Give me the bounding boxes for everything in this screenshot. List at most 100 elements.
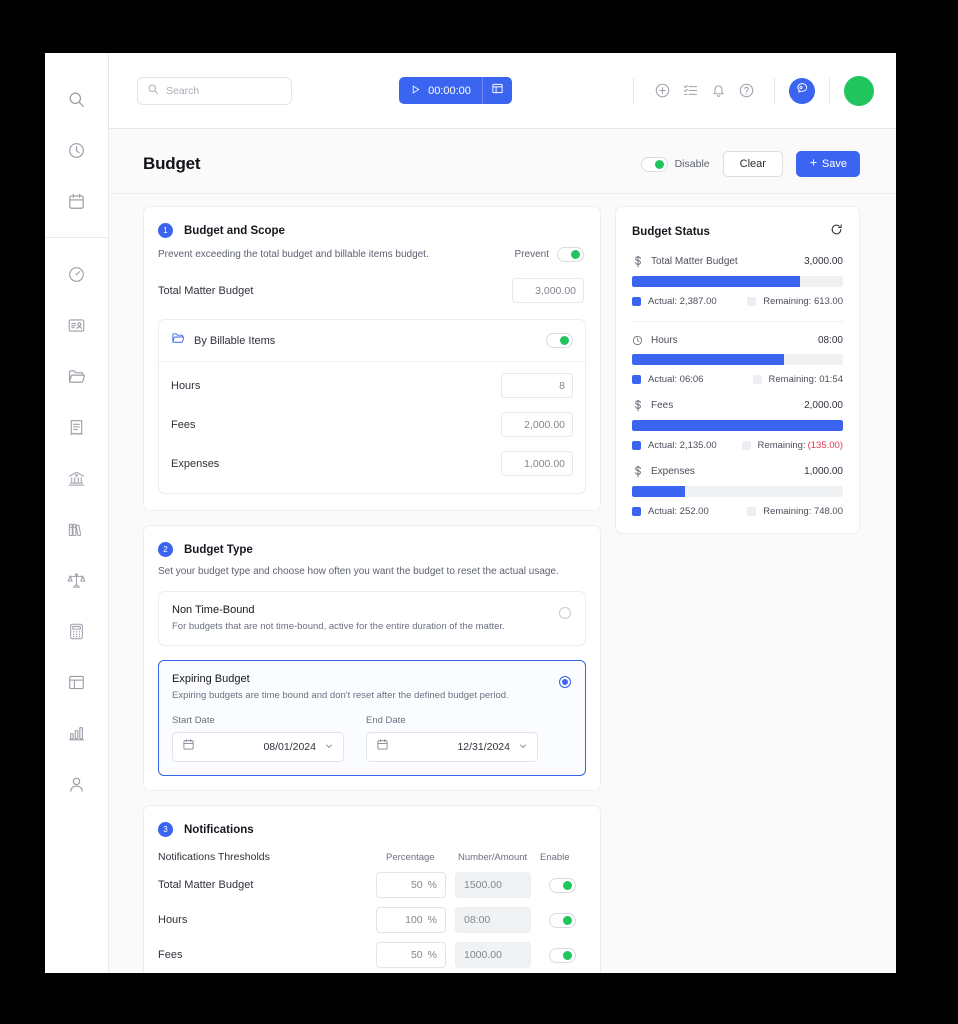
clock-icon (632, 335, 643, 346)
legend-actual: Actual: 2,135.00 (632, 440, 717, 451)
start-date-input[interactable]: 08/01/2024 (172, 732, 344, 762)
billable-expenses-input[interactable]: 1,000.00 (501, 451, 573, 476)
budget-status-title: Budget Status (632, 226, 710, 238)
timer-area: 00:00:00 (292, 77, 619, 104)
main-area: Search 00:00:00 Budget Disable Clear Sav… (109, 53, 896, 973)
top-bar: Search 00:00:00 (109, 53, 896, 129)
legend-remaining-label: Remaining: 613.00 (763, 296, 843, 307)
search-input[interactable]: Search (137, 76, 292, 105)
tasks-button[interactable] (676, 77, 704, 105)
option-expiring-budget[interactable]: Expiring Budget Expiring budgets are tim… (158, 660, 586, 776)
status-name: Fees (651, 400, 674, 411)
notifications-title: Notifications (184, 823, 254, 836)
timer-panel-button[interactable] (481, 77, 512, 104)
billable-items-box: By Billable Items Hours 8 Fees 2,000.00 (158, 319, 586, 494)
disable-toggle-group: Disable (640, 156, 710, 172)
notif-hours-percentage[interactable]: 100 % (376, 907, 446, 933)
toolbar-divider-1 (633, 77, 634, 104)
status-name: Total Matter Budget (651, 256, 738, 267)
status-block-header: Expenses 1,000.00 (632, 465, 843, 478)
status-legend: Actual: 2,135.00 Remaining: (135.00) (632, 440, 843, 451)
budget-scope-desc-row: Prevent exceeding the total budget and b… (144, 238, 600, 262)
timer-start-button[interactable]: 00:00:00 (399, 77, 482, 104)
sidebar-item-dashboard[interactable] (57, 254, 97, 294)
status-name: Hours (651, 335, 678, 346)
notif-total-matter-budget-percentage[interactable]: 50 % (376, 872, 446, 898)
billable-fees-input[interactable]: 2,000.00 (501, 412, 573, 437)
sidebar-item-calendar[interactable] (57, 181, 97, 221)
sidebar-item-search[interactable] (57, 79, 97, 119)
start-date-value: 08/01/2024 (263, 741, 316, 753)
chat-bubble-icon (795, 81, 809, 100)
notif-hours-toggle[interactable] (548, 912, 576, 928)
sidebar-item-library[interactable] (57, 509, 97, 549)
calendar-icon (376, 738, 389, 756)
status-total: 3,000.00 (804, 256, 843, 267)
refresh-button[interactable] (830, 223, 843, 241)
clear-button[interactable]: Clear (722, 151, 783, 177)
budget-scope-description: Prevent exceeding the total budget and b… (158, 249, 429, 260)
help-button[interactable] (732, 77, 760, 105)
right-column: Budget Status Total Matter Budget 3,000.… (615, 206, 860, 973)
sidebar-item-boards[interactable] (57, 662, 97, 702)
option-expiring-budget-name: Expiring Budget (172, 673, 250, 685)
progress-bar-track (632, 420, 843, 431)
page-title: Budget (143, 154, 201, 173)
sidebar-item-account[interactable] (57, 764, 97, 804)
billable-items-toggle[interactable] (546, 333, 573, 348)
legend-remaining-label: Remaining: 01:54 (768, 374, 843, 385)
sidebar-item-contacts[interactable] (57, 305, 97, 345)
save-button[interactable]: Save (795, 151, 860, 177)
status-block-fees: Fees 2,000.00 Actual: 2,135.00 Remaining… (632, 399, 843, 451)
status-block-total-matter-budget: Total Matter Budget 3,000.00 Actual: 2,3… (632, 255, 843, 307)
progress-bar-fill (632, 276, 800, 287)
radio-expiring-budget[interactable] (559, 676, 571, 688)
billable-row: Hours 8 (159, 366, 585, 405)
prevent-toggle[interactable] (557, 247, 584, 262)
start-date-field: Start Date 08/01/2024 (172, 715, 344, 762)
pct-value: 50 (410, 879, 423, 891)
billable-hours-input[interactable]: 8 (501, 373, 573, 398)
billable-items-header: By Billable Items (159, 320, 585, 362)
disable-toggle[interactable] (640, 156, 668, 172)
folder-icon (171, 331, 185, 350)
legend-swatch-actual (632, 507, 641, 516)
sidebar-item-documents[interactable] (57, 407, 97, 447)
legend-remaining: Remaining: 748.00 (747, 506, 843, 517)
total-matter-budget-input[interactable]: 3,000.00 (512, 278, 584, 303)
sidebar-item-time[interactable] (57, 130, 97, 170)
chevron-down-icon (324, 738, 334, 756)
dollar-icon (632, 465, 643, 478)
notif-total-matter-budget-toggle[interactable] (548, 877, 576, 893)
search-placeholder: Search (166, 84, 200, 97)
option-non-time-bound[interactable]: Non Time-Bound For budgets that are not … (158, 591, 586, 646)
avatar[interactable] (844, 75, 874, 106)
billable-items-title: By Billable Items (194, 334, 276, 347)
add-button[interactable] (648, 77, 676, 105)
status-total: 1,000.00 (804, 466, 843, 477)
sidebar-item-reports[interactable] (57, 713, 97, 753)
sidebar-item-billing[interactable] (57, 611, 97, 651)
radio-non-time-bound[interactable] (559, 607, 571, 619)
notifications-header: 3 Notifications (144, 806, 600, 837)
sidebar-item-matters[interactable] (57, 356, 97, 396)
legend-remaining: Remaining: (135.00) (741, 440, 843, 451)
chat-button[interactable] (789, 77, 815, 104)
status-legend: Actual: 252.00 Remaining: 748.00 (632, 506, 843, 517)
option-texts: Non Time-Bound For budgets that are not … (172, 604, 559, 632)
billable-fees-label: Fees (171, 418, 196, 431)
plus-icon (809, 158, 818, 170)
search-icon (147, 82, 159, 100)
status-legend: Actual: 06:06 Remaining: 01:54 (632, 374, 843, 385)
sidebar-item-accounting[interactable] (57, 458, 97, 498)
content-area: 1 Budget and Scope Prevent exceeding the… (109, 194, 896, 973)
notif-fees-toggle[interactable] (548, 947, 576, 963)
notif-fees-percentage[interactable]: 50 % (376, 942, 446, 968)
notif-total-matter-budget-label: Total Matter Budget (158, 879, 254, 891)
sidebar-item-legal[interactable] (57, 560, 97, 600)
notifications-button[interactable] (704, 77, 732, 105)
start-date-label: Start Date (172, 715, 215, 726)
toolbar-divider-3 (829, 77, 830, 104)
end-date-input[interactable]: 12/31/2024 (366, 732, 538, 762)
legend-actual-label: Actual: 2,135.00 (648, 440, 717, 451)
